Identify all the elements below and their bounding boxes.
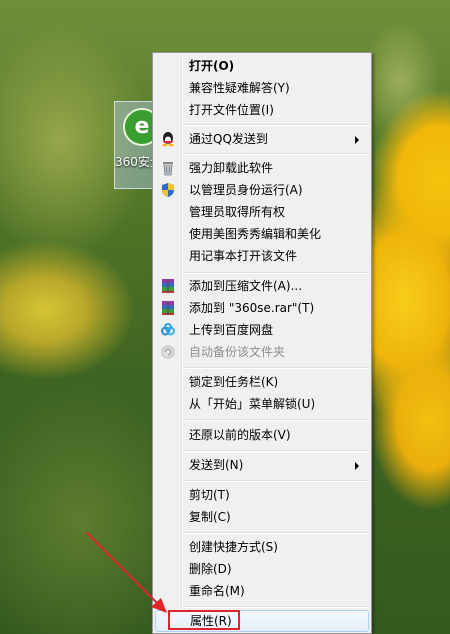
menu-separator [183,367,369,369]
qq-icon [162,132,174,147]
menu-item-open-with-notepad[interactable]: 用记事本打开该文件 [155,245,369,267]
menu-item-add-to-360se-rar[interactable]: 添加到 "360se.rar"(T) [155,297,369,319]
menu-separator [183,272,369,274]
menu-item-force-uninstall[interactable]: 强力卸载此软件 [155,157,369,179]
winrar-icon [162,301,174,315]
menu-separator [183,606,369,608]
menu-item-upload-baidu-netdisk[interactable]: 上传到百度网盘 [155,319,369,341]
submenu-arrow-icon [355,136,359,144]
menu-item-cut[interactable]: 剪切(T) [155,484,369,506]
trash-icon [163,162,173,176]
baidu-netdisk-icon [161,323,175,336]
annotation-highlight-box [168,610,240,630]
menu-item-auto-backup-folder[interactable]: 自动备份该文件夹 [155,341,369,363]
menu-item-open-file-location[interactable]: 打开文件位置(I) [155,99,369,121]
menu-item-meitu-edit[interactable]: 使用美图秀秀编辑和美化 [155,223,369,245]
menu-item-send-via-qq[interactable]: 通过QQ发送到 [155,128,369,150]
backup-icon [161,345,175,359]
menu-item-run-as-admin[interactable]: 以管理员身份运行(A) [155,179,369,201]
context-menu: 打开(O) 兼容性疑难解答(Y) 打开文件位置(I) 通过QQ发送到 强力卸载此… [152,52,372,634]
menu-separator [183,124,369,126]
menu-separator [183,450,369,452]
uac-shield-icon [162,183,174,197]
winrar-icon [162,279,174,293]
menu-item-add-to-archive[interactable]: 添加到压缩文件(A)... [155,275,369,297]
menu-item-rename[interactable]: 重命名(M) [155,580,369,602]
menu-item-restore-previous-versions[interactable]: 还原以前的版本(V) [155,424,369,446]
menu-separator [183,419,369,421]
menu-item-create-shortcut[interactable]: 创建快捷方式(S) [155,536,369,558]
menu-item-send-to[interactable]: 发送到(N) [155,454,369,476]
menu-item-delete[interactable]: 删除(D) [155,558,369,580]
menu-item-compat-troubleshoot[interactable]: 兼容性疑难解答(Y) [155,77,369,99]
menu-item-unpin-from-start[interactable]: 从「开始」菜单解锁(U) [155,393,369,415]
submenu-arrow-icon [355,462,359,470]
menu-separator [183,480,369,482]
menu-separator [183,153,369,155]
menu-item-copy[interactable]: 复制(C) [155,506,369,528]
menu-item-pin-to-taskbar[interactable]: 锁定到任务栏(K) [155,371,369,393]
menu-separator [183,532,369,534]
menu-item-open[interactable]: 打开(O) [155,55,369,77]
menu-item-take-ownership[interactable]: 管理员取得所有权 [155,201,369,223]
